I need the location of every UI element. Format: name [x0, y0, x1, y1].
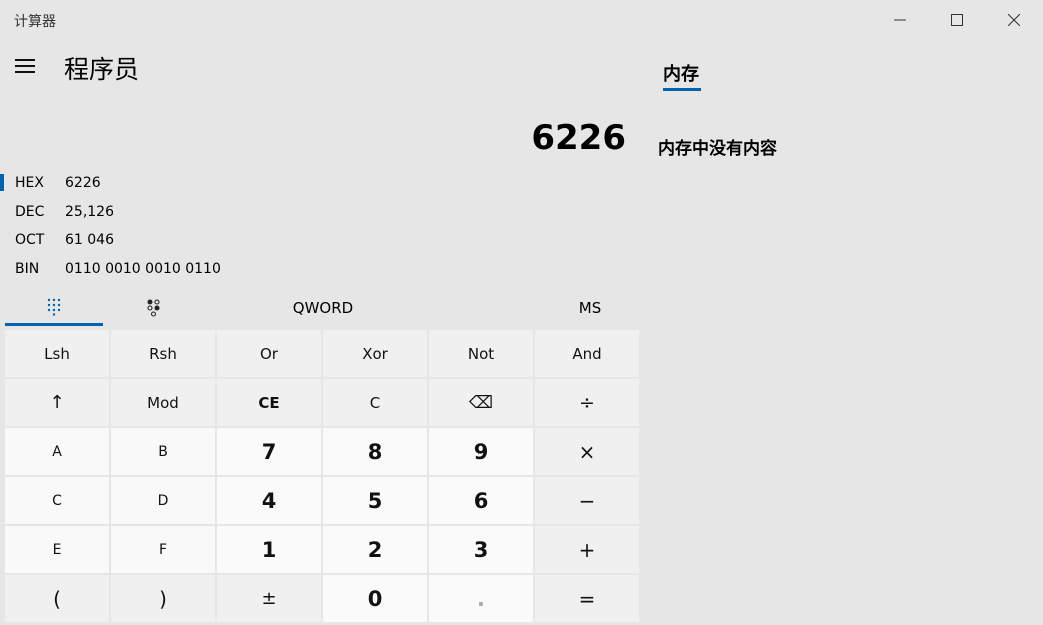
shift-button[interactable]: ↑ — [5, 379, 109, 426]
hamburger-icon — [15, 59, 35, 61]
radix-bin-row[interactable]: BIN 0110 0010 0010 0110 — [0, 256, 300, 282]
close-icon — [1008, 14, 1020, 26]
radix-value: 6226 — [65, 175, 101, 191]
digit-7-button[interactable]: 7 — [217, 428, 321, 475]
tab-full-keypad[interactable] — [5, 290, 103, 326]
hex-d-button[interactable]: D — [111, 477, 215, 524]
radix-value: 0110 0010 0010 0110 — [65, 261, 221, 277]
radix-label: BIN — [15, 261, 40, 277]
decimal-button[interactable]: . — [429, 575, 533, 622]
hex-f-button[interactable]: F — [111, 526, 215, 573]
mod-button[interactable]: Mod — [111, 379, 215, 426]
and-button[interactable]: And — [535, 330, 639, 377]
digit-0-button[interactable]: 0 — [323, 575, 427, 622]
word-size-button[interactable]: QWORD — [227, 290, 419, 326]
or-button[interactable]: Or — [217, 330, 321, 377]
radix-selected-indicator — [0, 174, 4, 191]
digit-1-button[interactable]: 1 — [217, 526, 321, 573]
clear-entry-button[interactable]: CE — [217, 379, 321, 426]
equals-button[interactable]: = — [535, 575, 639, 622]
digit-3-button[interactable]: 3 — [429, 526, 533, 573]
multiply-button[interactable]: × — [535, 428, 639, 475]
hex-c-button[interactable]: C — [5, 477, 109, 524]
mode-title: 程序员 — [64, 55, 140, 84]
radix-hex-row[interactable]: HEX 6226 — [0, 170, 300, 196]
rsh-button[interactable]: Rsh — [111, 330, 215, 377]
maximize-icon — [951, 14, 963, 26]
radix-oct-row[interactable]: OCT 61 046 — [0, 227, 300, 253]
radix-value: 61 046 — [65, 232, 114, 248]
hex-b-button[interactable]: B — [111, 428, 215, 475]
negate-button[interactable]: ± — [217, 575, 321, 622]
radix-label: DEC — [15, 204, 45, 220]
keypad: Lsh Rsh Or Xor Not And ↑ Mod CE C ⌫ ÷ A … — [5, 330, 639, 622]
digit-4-button[interactable]: 4 — [217, 477, 321, 524]
close-button[interactable] — [991, 4, 1037, 36]
hex-a-button[interactable]: A — [5, 428, 109, 475]
app-title: 计算器 — [14, 14, 56, 30]
open-paren-button[interactable]: ( — [5, 575, 109, 622]
hex-e-button[interactable]: E — [5, 526, 109, 573]
tab-bit-toggling[interactable] — [105, 290, 203, 326]
minus-button[interactable]: − — [535, 477, 639, 524]
bit-toggle-icon — [147, 299, 160, 317]
keypad-icon — [47, 298, 61, 316]
memory-empty-text: 内存中没有内容 — [658, 139, 777, 159]
memory-tab-indicator — [663, 88, 701, 91]
title-bar: 计算器 — [0, 0, 1043, 40]
minimize-button[interactable] — [877, 4, 923, 36]
hamburger-menu-button[interactable] — [12, 52, 40, 80]
keypad-tab-bar: QWORD MS — [5, 290, 639, 327]
minimize-icon — [894, 19, 906, 21]
divide-button[interactable]: ÷ — [535, 379, 639, 426]
maximize-button[interactable] — [934, 4, 980, 36]
radix-value: 25,126 — [65, 204, 114, 220]
result-display: 6226 — [531, 118, 626, 158]
digit-6-button[interactable]: 6 — [429, 477, 533, 524]
radix-label: HEX — [15, 175, 44, 191]
close-paren-button[interactable]: ) — [111, 575, 215, 622]
digit-9-button[interactable]: 9 — [429, 428, 533, 475]
xor-button[interactable]: Xor — [323, 330, 427, 377]
tab-memory[interactable]: 内存 — [663, 60, 699, 86]
digit-2-button[interactable]: 2 — [323, 526, 427, 573]
lsh-button[interactable]: Lsh — [5, 330, 109, 377]
memory-store-button[interactable]: MS — [535, 290, 645, 326]
digit-8-button[interactable]: 8 — [323, 428, 427, 475]
not-button[interactable]: Not — [429, 330, 533, 377]
radix-dec-row[interactable]: DEC 25,126 — [0, 199, 300, 225]
clear-button[interactable]: C — [323, 379, 427, 426]
plus-button[interactable]: + — [535, 526, 639, 573]
digit-5-button[interactable]: 5 — [323, 477, 427, 524]
backspace-button[interactable]: ⌫ — [429, 379, 533, 426]
radix-label: OCT — [15, 232, 45, 248]
